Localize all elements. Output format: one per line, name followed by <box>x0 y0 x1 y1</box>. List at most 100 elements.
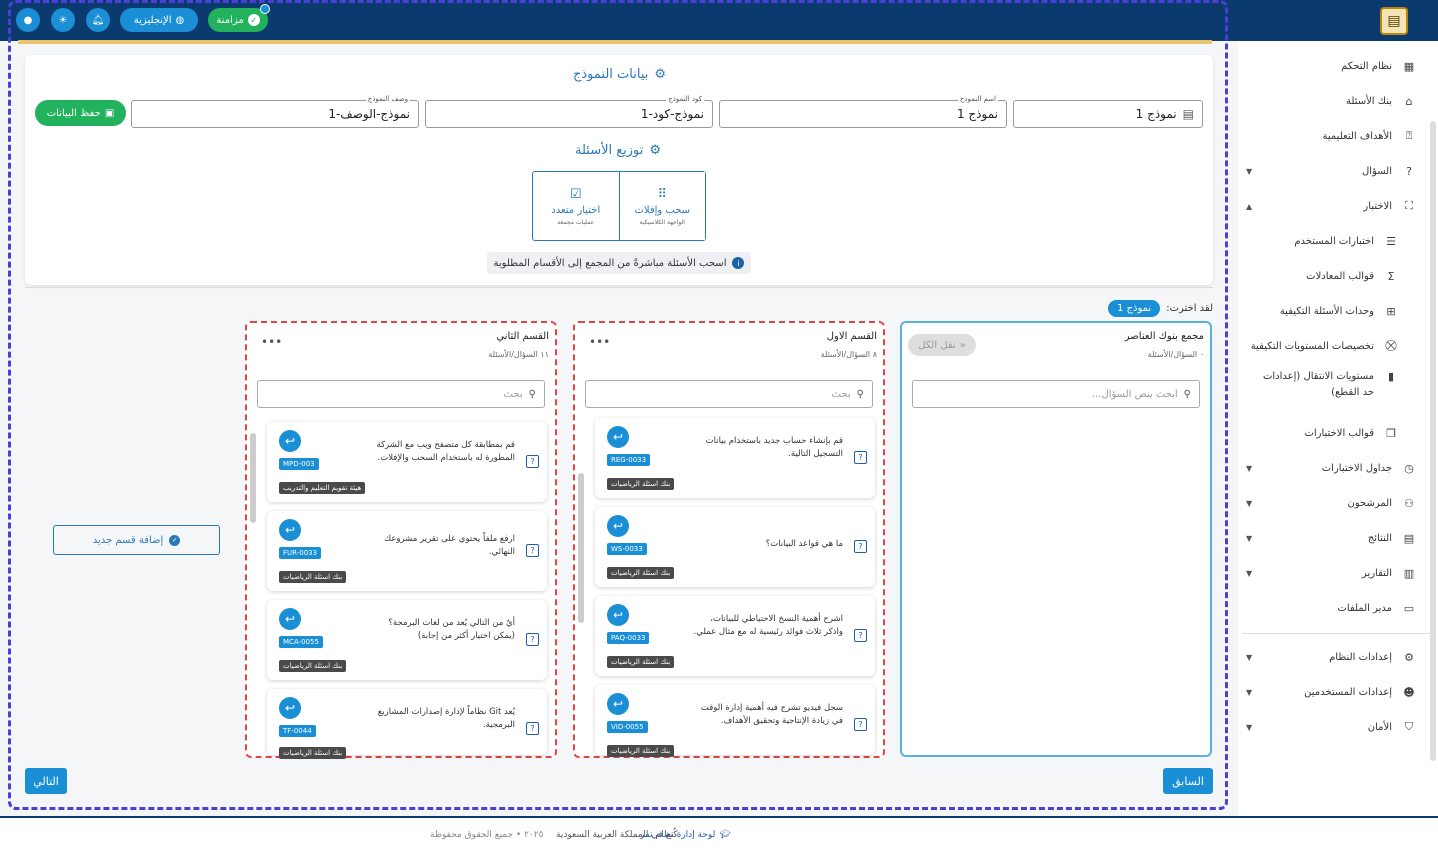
user-settings-icon: ☻ <box>1403 685 1415 699</box>
question-card[interactable]: ? يُعد Git نظاماً لإدارة إصدارات المشاري… <box>267 689 547 759</box>
chevron-down-icon: ▼ <box>1246 498 1253 508</box>
sidebar-item-question-bank[interactable]: ⌂ بنك الأسئلة <box>1246 86 1416 116</box>
sidebar-item-security[interactable]: ⛉ الأمان ▼ <box>1246 712 1416 742</box>
multi-select-mode[interactable]: ☑ اختيار متعدد عمليات مجمعة <box>533 172 619 240</box>
next-button[interactable]: التالي <box>25 768 67 794</box>
sidebar-item-exam[interactable]: ⛶ الاختبار ▲ <box>1246 191 1416 221</box>
sidebar-item-adaptive-units[interactable]: ⊞ وحدات الأسئلة التكيفية <box>1246 296 1398 326</box>
question-card[interactable]: ? ارفع ملفاً يحتوي على تقرير مشروعك النه… <box>267 511 547 591</box>
sidebar-item-question[interactable]: ? السؤال ▼ <box>1246 156 1416 186</box>
move-all-button[interactable]: « نقل الكل <box>908 334 976 356</box>
chevron-down-icon: ▼ <box>1246 533 1253 543</box>
question-card[interactable]: ? قم بمطابقة كل متصفح ويب مع الشركة المط… <box>267 422 547 502</box>
chevron-down-icon: ▼ <box>1246 166 1253 176</box>
dashboard-icon: ▦ <box>1403 59 1415 73</box>
sidebar-item-candidates[interactable]: ⚇ المرشحون ▼ <box>1246 488 1416 518</box>
drag-info-message: i اسحب الأسئلة مباشرةً من المجمع إلى الأ… <box>487 252 751 274</box>
exam-icon: ⛶ <box>1405 199 1413 212</box>
question-type-icon: ? <box>526 633 539 646</box>
more-options-icon[interactable]: ••• <box>589 335 610 349</box>
sidebar-item-transition-levels[interactable]: ▮ مستويات الانتقال (إعدادات حد القطع) <box>1246 369 1398 409</box>
item-bank-panel: مجمع بنوك العناصر ٠ السؤال/الأسئلة « نقل… <box>900 321 1212 757</box>
sidebar-item-objectives[interactable]: ⍰ الأهداف التعليمية <box>1246 121 1416 151</box>
save-icon: ▣ <box>104 107 115 119</box>
footer-copyright: ٢٠٢٥ • جميع الحقوق محفوظة <box>430 830 544 840</box>
return-arrow-icon[interactable]: ↩ <box>607 693 629 715</box>
sidebar-item-exam-templates[interactable]: ❐ قوالب الاختبارات <box>1246 418 1398 448</box>
return-arrow-icon[interactable]: ↩ <box>279 519 301 541</box>
sidebar-item-results[interactable]: ▤ النتائج ▼ <box>1246 523 1416 553</box>
question-type-icon: ? <box>854 451 867 464</box>
question-card[interactable]: ? أيٌ من التالي يُعد من لغات البرمجة؟ (ي… <box>267 600 547 680</box>
more-options-icon[interactable]: ••• <box>261 335 282 349</box>
double-chevron-icon: « <box>959 339 966 351</box>
sidebar-item-system-settings[interactable]: ⚙ إعدادات النظام ▼ <box>1246 642 1416 672</box>
section-first-panel: القسم الاول ٨ السؤال/الأسئلة ••• ⚲ بحث ?… <box>573 321 885 758</box>
search-icon: ⚲ <box>528 388 536 400</box>
gear-icon: ⚙ <box>649 143 662 158</box>
form-card <box>25 55 1213 285</box>
selected-model: لقد اخترت: نموذج 1 <box>1107 300 1213 317</box>
shield-icon: ⛉ <box>1404 720 1414 733</box>
objectives-icon: ⍰ <box>1405 129 1413 142</box>
model-code-field[interactable]: كود النموذج نموذج-كود-1 <box>425 95 713 128</box>
clock-icon: ◷ <box>1404 461 1414 475</box>
question-type-icon: ? <box>526 544 539 557</box>
sidebar-item-exam-schedules[interactable]: ◷ جداول الاختبارات ▼ <box>1246 453 1416 483</box>
bank-icon: ⌂ <box>1405 94 1413 108</box>
section2-scrollbar[interactable] <box>250 433 256 523</box>
distribution-mode-toggle: ⠿ سحب وإفلات الواجهة الكلاسيكية ☑ اختيار… <box>532 171 706 241</box>
extra-name-field[interactable]: ▤ نموذج 1 <box>1013 100 1203 128</box>
model-description-field[interactable]: وصف النموذج نموذج-الوصف-1 <box>131 95 419 128</box>
return-arrow-icon[interactable]: ↩ <box>607 426 629 448</box>
drag-handle-icon: ⠿ <box>657 186 668 202</box>
model-name-field[interactable]: اسم النموذج نموذج 1 <box>719 95 1007 128</box>
sidebar-item-file-manager[interactable]: ▭ مدير الملفات <box>1246 593 1416 623</box>
list-icon: ☰ <box>1386 234 1396 248</box>
file-icon: ▤ <box>1182 107 1194 121</box>
return-arrow-icon[interactable]: ↩ <box>607 515 629 537</box>
sidebar-item-reports[interactable]: ▥ التقارير ▼ <box>1246 558 1416 588</box>
return-arrow-icon[interactable]: ↩ <box>279 608 301 630</box>
sidebar-item-equation-templates[interactable]: Σ قوالب المعادلات <box>1246 261 1398 291</box>
section2-search-input[interactable]: ⚲ بحث <box>257 380 545 408</box>
chevron-down-icon: ▼ <box>1246 463 1253 473</box>
section1-search-input[interactable]: ⚲ بحث <box>585 380 873 408</box>
question-type-icon: ? <box>526 722 539 735</box>
gear-icon: ⚙ <box>654 67 667 82</box>
selected-model-pill[interactable]: نموذج 1 <box>1107 300 1161 317</box>
search-icon: ⚲ <box>1183 388 1191 400</box>
drag-drop-mode[interactable]: ⠿ سحب وإفلات الواجهة الكلاسيكية <box>618 172 705 240</box>
graduation-cap-icon: 🎓︎ <box>719 830 731 840</box>
sidebar-scrollbar[interactable] <box>1430 121 1436 761</box>
app-logo[interactable]: ▤ <box>1380 7 1408 35</box>
distribution-section-title: ⚙ توزيع الأسئلة <box>575 143 662 158</box>
previous-button[interactable]: السابق <box>1163 768 1213 794</box>
question-card[interactable]: ? سجل فيديو تشرح فيه أهمية إدارة الوقت ف… <box>595 685 875 757</box>
chevron-down-icon: ▼ <box>1246 687 1253 697</box>
return-arrow-icon[interactable]: ↩ <box>607 604 629 626</box>
chevron-down-icon: ▼ <box>1246 722 1253 732</box>
sidebar-item-user-settings[interactable]: ☻ إعدادات المستخدمين ▼ <box>1246 677 1416 707</box>
section1-scrollbar[interactable] <box>578 473 584 623</box>
question-type-icon: ? <box>854 629 867 642</box>
chevron-up-icon: ▲ <box>1246 201 1253 211</box>
check-circle-icon: ✓ <box>169 534 181 546</box>
return-arrow-icon[interactable]: ↩ <box>279 697 301 719</box>
sidebar-item-user-exams[interactable]: ☰ اختبارات المستخدم <box>1246 226 1398 256</box>
people-icon: ⚇ <box>1404 496 1414 510</box>
grid-icon: ⊞ <box>1386 304 1396 318</box>
search-icon: ⚲ <box>856 388 864 400</box>
question-card[interactable]: ? قم بإنشاء حساب جديد باستخدام بيانات ال… <box>595 418 875 498</box>
question-card[interactable]: ? اشرح أهمية النسخ الاحتياطي للبيانات، و… <box>595 596 875 676</box>
return-arrow-icon[interactable]: ↩ <box>279 430 301 452</box>
bank-search-input[interactable]: ⚲ ابحث بنص السؤال... <box>912 380 1200 408</box>
question-type-icon: ? <box>854 540 867 553</box>
add-section-button[interactable]: ✓ إضافة قسم جديد <box>53 525 220 555</box>
question-card[interactable]: ? ما هي قواعد البيانات؟ ↩ WS-0033 بنك اس… <box>595 507 875 587</box>
sidebar-item-adaptive-levels[interactable]: ⛒ تخصيصات المستويات التكيفية <box>1246 331 1398 361</box>
sidebar-item-dashboard[interactable]: ▦ نظام التحكم <box>1246 51 1416 81</box>
save-data-button[interactable]: ▣ حفظ البيانات <box>35 100 126 126</box>
question-type-icon: ? <box>526 455 539 468</box>
chart-icon: ▤ <box>1403 531 1415 545</box>
